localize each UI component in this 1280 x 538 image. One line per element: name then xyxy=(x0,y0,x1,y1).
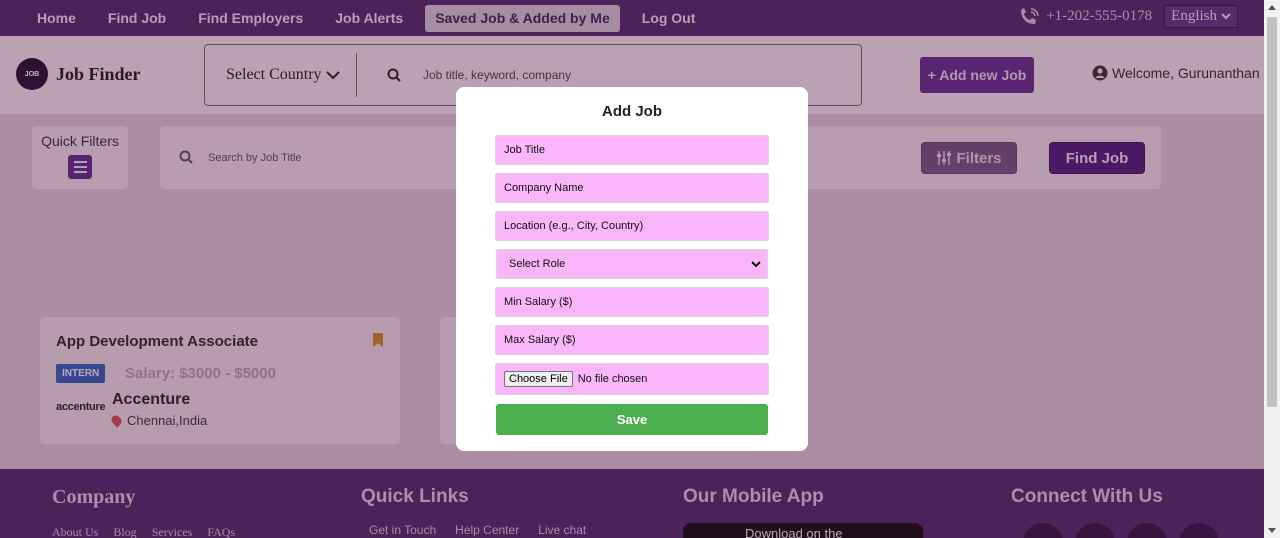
chevron-down-icon xyxy=(751,260,761,267)
add-job-modal: Add Job Job Title Company Name Location … xyxy=(456,87,808,451)
location-field[interactable]: Location (e.g., City, Country) xyxy=(495,211,769,241)
role-select-label: Select Role xyxy=(509,258,566,270)
max-salary-field[interactable]: Max Salary ($) xyxy=(495,325,769,355)
modal-title: Add Job xyxy=(602,103,662,120)
choose-file-button[interactable]: Choose File xyxy=(504,371,573,387)
scrollbar-thumb[interactable] xyxy=(1267,17,1277,407)
role-select[interactable]: Select Role xyxy=(496,249,768,279)
page-scrollbar[interactable] xyxy=(1264,0,1280,538)
job-title-field[interactable]: Job Title xyxy=(495,135,769,165)
file-upload-field: Choose File No file chosen xyxy=(495,363,769,395)
save-button[interactable]: Save xyxy=(496,404,768,435)
scroll-up-icon[interactable] xyxy=(1268,5,1276,10)
company-name-field[interactable]: Company Name xyxy=(495,173,769,203)
file-status: No file chosen xyxy=(577,373,648,385)
scroll-down-icon[interactable] xyxy=(1268,528,1276,533)
min-salary-field[interactable]: Min Salary ($) xyxy=(495,287,769,317)
